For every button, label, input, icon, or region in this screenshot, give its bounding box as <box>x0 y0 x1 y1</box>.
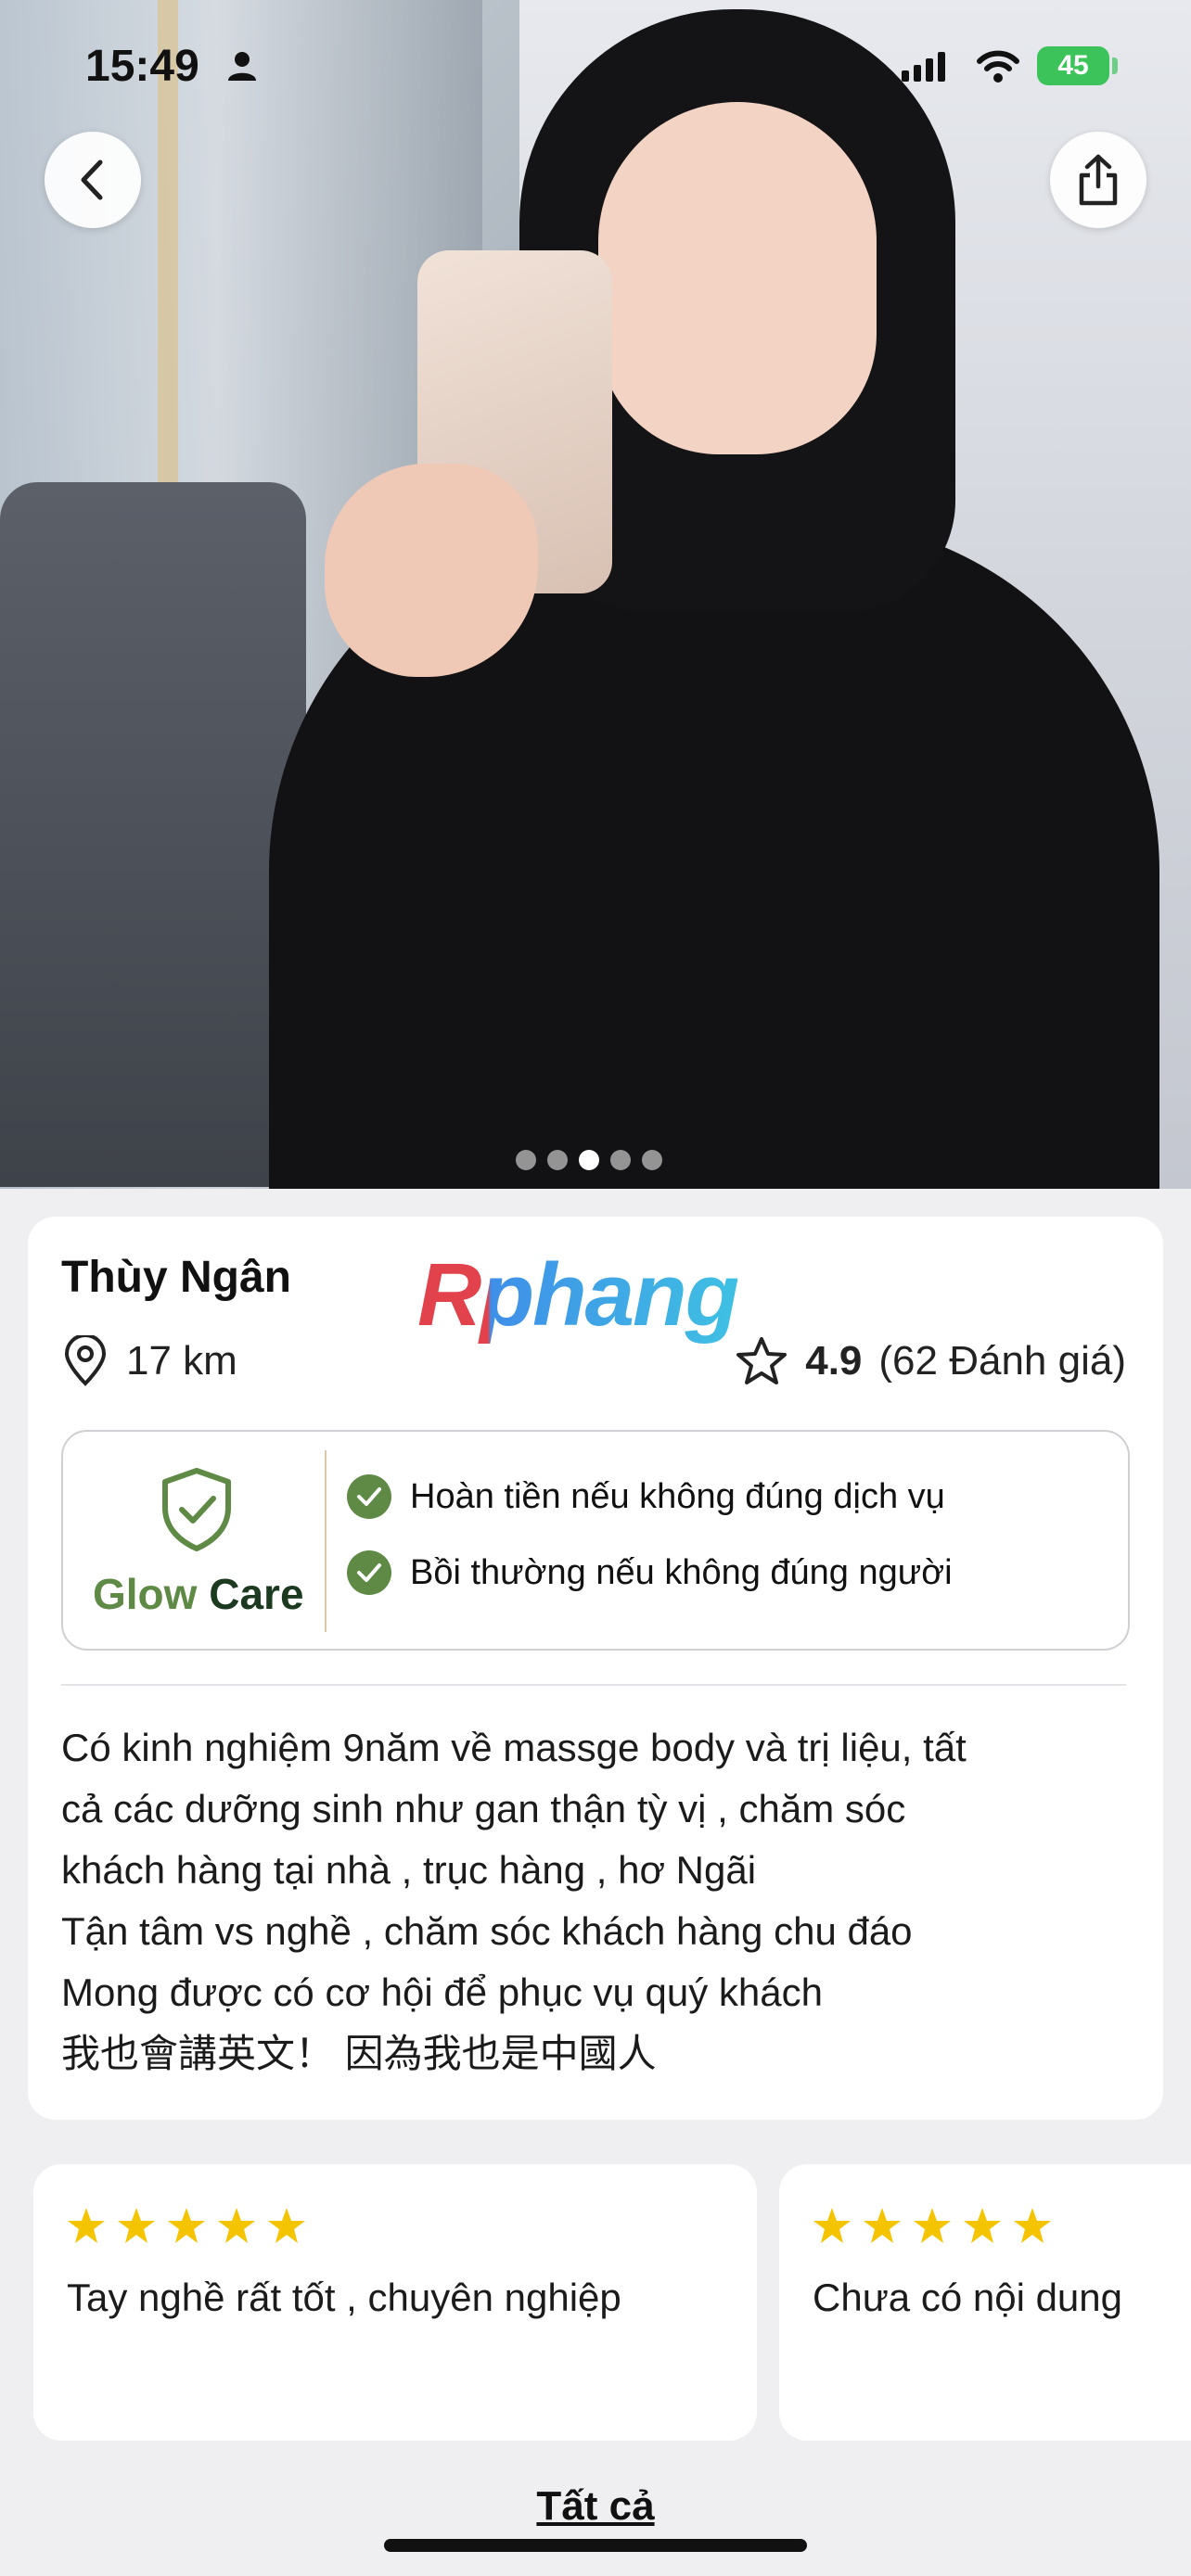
profile-photo-carousel[interactable] <box>0 0 1191 1189</box>
back-button[interactable] <box>45 132 141 228</box>
star-outline-icon <box>736 1337 788 1384</box>
review-stars <box>67 2207 306 2244</box>
review-text: Chưa có nội dung <box>813 2276 1123 2319</box>
provider-name: Thùy Ngân <box>61 1253 291 1302</box>
chevron-left-icon <box>81 159 103 200</box>
star-icon <box>68 2208 105 2243</box>
status-bar: 15:49 45 <box>0 0 1191 130</box>
battery-indicator: 45 <box>1037 46 1109 85</box>
rating-value: 4.9 <box>805 1338 863 1384</box>
review-text: Tay nghề rất tốt , chuyên nghiệp <box>67 2276 621 2319</box>
glow-care-badge: Glow Care <box>63 1432 323 1649</box>
review-count: (62 Đánh giá) <box>878 1338 1126 1384</box>
glow-care-brand: Glow Care <box>93 1570 304 1618</box>
star-icon <box>914 2208 951 2243</box>
star-icon <box>1014 2208 1051 2243</box>
location-pin-icon <box>64 1335 107 1386</box>
rating-summary[interactable]: 4.9 (62 Đánh giá) <box>735 1335 1126 1387</box>
star-icon <box>268 2208 305 2243</box>
profile-card: Thùy Ngân Rphang 17 km 4.9 (62 Đánh giá)… <box>28 1217 1163 2120</box>
review-stars <box>813 2207 1052 2244</box>
carousel-dot[interactable] <box>642 1150 662 1170</box>
star-icon <box>864 2208 901 2243</box>
star-icon <box>813 2208 851 2243</box>
carousel-dot-active[interactable] <box>579 1150 599 1170</box>
glow-care-box: Glow Care Hoàn tiền nếu không đúng dịch … <box>61 1430 1130 1651</box>
share-icon <box>1079 154 1118 206</box>
check-circle-icon <box>347 1550 391 1595</box>
person-icon <box>228 52 256 81</box>
check-circle-icon <box>347 1474 391 1519</box>
carousel-dot[interactable] <box>516 1150 536 1170</box>
guarantee-item: Bồi thường nếu không đúng người <box>347 1550 953 1595</box>
share-button[interactable] <box>1050 132 1146 228</box>
wifi-icon <box>977 50 1019 83</box>
shield-check-icon <box>162 1468 231 1551</box>
review-card[interactable]: Tay nghề rất tốt , chuyên nghiệp <box>33 2164 757 2441</box>
distance-info: 17 km <box>61 1335 237 1387</box>
star-icon <box>964 2208 1001 2243</box>
provider-description: Có kinh nghiệm 9năm về massge body và tr… <box>61 1726 967 2075</box>
star-icon <box>168 2208 205 2243</box>
status-time: 15:49 <box>85 42 199 91</box>
carousel-dot[interactable] <box>547 1150 568 1170</box>
home-indicator[interactable] <box>384 2539 807 2552</box>
guarantee-item: Hoàn tiền nếu không đúng dịch vụ <box>347 1474 945 1519</box>
carousel-dot[interactable] <box>610 1150 631 1170</box>
distance-text: 17 km <box>126 1338 237 1384</box>
watermark-logo: Rphang <box>417 1245 739 1345</box>
cellular-signal-icon <box>902 52 945 82</box>
star-icon <box>118 2208 155 2243</box>
review-card[interactable]: Chưa có nội dung <box>779 2164 1191 2441</box>
divider <box>61 1684 1126 1686</box>
star-icon <box>218 2208 255 2243</box>
see-all-reviews-link[interactable]: Tất cả <box>0 2483 1191 2530</box>
carousel-pagination <box>516 1150 662 1170</box>
